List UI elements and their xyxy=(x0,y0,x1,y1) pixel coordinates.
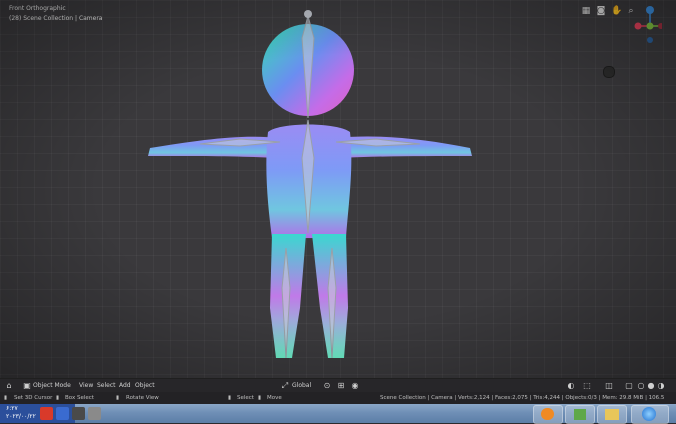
network-icon[interactable] xyxy=(56,407,69,420)
shading-material-icon[interactable]: ◑ xyxy=(656,381,666,391)
neg-x-axis-handle xyxy=(658,23,664,29)
status-select: Select xyxy=(237,395,254,401)
proportional-edit-icon[interactable]: ◉ xyxy=(350,381,360,391)
status-bar: ▮ Set 3D Cursor ▮ Box Select ▮ Rotate Vi… xyxy=(0,392,676,411)
taskbar-app-button[interactable] xyxy=(565,405,595,424)
camera-object-icon[interactable] xyxy=(603,66,615,78)
camera-view-icon[interactable]: ◙ xyxy=(596,6,606,16)
key-icon-2: ▮ xyxy=(258,395,262,401)
gizmo-toggle-icon[interactable]: ⬚ xyxy=(582,381,592,391)
character-mesh[interactable] xyxy=(140,8,480,383)
shading-wire-icon[interactable]: ○ xyxy=(636,381,646,391)
orientation-dropdown[interactable]: Global xyxy=(292,381,311,391)
visibility-icon[interactable]: ◐ xyxy=(566,381,576,391)
windows-start-icon xyxy=(642,407,656,421)
neg-z-axis-handle xyxy=(647,37,653,43)
menu-view[interactable]: View xyxy=(79,381,93,391)
object-mode-icon: ▣ xyxy=(23,381,31,390)
3d-viewport[interactable]: Front Orthographic (28) Scene Collection… xyxy=(0,0,676,378)
status-move: Move xyxy=(267,395,282,401)
overlay-icon[interactable]: ◫ xyxy=(604,381,614,391)
shading-solid-icon[interactable]: ● xyxy=(646,381,656,391)
folder-icon xyxy=(605,409,619,420)
armature xyxy=(199,14,421,359)
windows-taskbar: ۶:۲۷ ۲۰۲۳/۰۰/۲۲ xyxy=(0,404,676,424)
x-axis-handle xyxy=(634,22,642,30)
view-name: Front Orthographic xyxy=(9,5,66,12)
viewport-header: ⌂ ▣ Object Mode View Select Add Object ⤢… xyxy=(0,378,676,393)
menu-select[interactable]: Select xyxy=(97,381,116,391)
editor-type-icon[interactable]: ⌂ xyxy=(4,381,14,391)
clock-time: ۶:۲۷ xyxy=(6,405,18,412)
tray-icon[interactable] xyxy=(88,407,101,420)
transform-orientation-icon: ⤢ xyxy=(281,381,289,390)
clock-date: ۲۰۲۳/۰۰/۲۲ xyxy=(6,413,36,420)
menu-object[interactable]: Object xyxy=(135,381,155,391)
viewport-info: Front Orthographic (28) Scene Collection… xyxy=(9,4,102,24)
collection-label: (28) Scene Collection | Camera xyxy=(9,15,103,22)
viewport-navigation-tools: ▦ ◙ ✋ ⌕ xyxy=(581,6,636,16)
mouse-left-icon: ▮ xyxy=(4,395,8,401)
z-axis-handle xyxy=(646,6,654,14)
status-box-select: Box Select xyxy=(65,395,94,401)
taskbar-blender-button[interactable] xyxy=(533,405,563,424)
xray-icon[interactable]: ▢ xyxy=(624,381,634,391)
blender-icon xyxy=(541,408,554,420)
taskbar-explorer-button[interactable] xyxy=(597,405,627,424)
volume-icon[interactable] xyxy=(72,407,85,420)
pan-hand-icon[interactable]: ✋ xyxy=(611,6,622,16)
y-axis-handle xyxy=(646,22,654,30)
gizmo-axes[interactable] xyxy=(634,6,664,46)
mouse-middle-icon: ▮ xyxy=(56,395,60,401)
pivot-icon[interactable]: ⊙ xyxy=(322,381,332,391)
snap-icon[interactable]: ⊞ xyxy=(336,381,346,391)
menu-add[interactable]: Add xyxy=(119,381,131,391)
app-icon xyxy=(574,409,586,420)
right-arm-mesh xyxy=(336,136,472,158)
notification-icon[interactable] xyxy=(40,407,53,420)
grid-icon[interactable]: ▦ xyxy=(581,6,591,16)
navigation-gizmo[interactable] xyxy=(634,6,664,46)
status-rotate-view: Rotate View xyxy=(126,395,159,401)
mouse-right-icon: ▮ xyxy=(116,395,120,401)
status-set-cursor: Set 3D Cursor xyxy=(14,395,53,401)
start-button[interactable] xyxy=(631,405,669,424)
head-bone-tip xyxy=(304,10,312,18)
mode-dropdown[interactable]: Object Mode xyxy=(33,381,71,391)
key-icon: ▮ xyxy=(228,395,232,401)
left-arm-mesh xyxy=(148,136,280,158)
